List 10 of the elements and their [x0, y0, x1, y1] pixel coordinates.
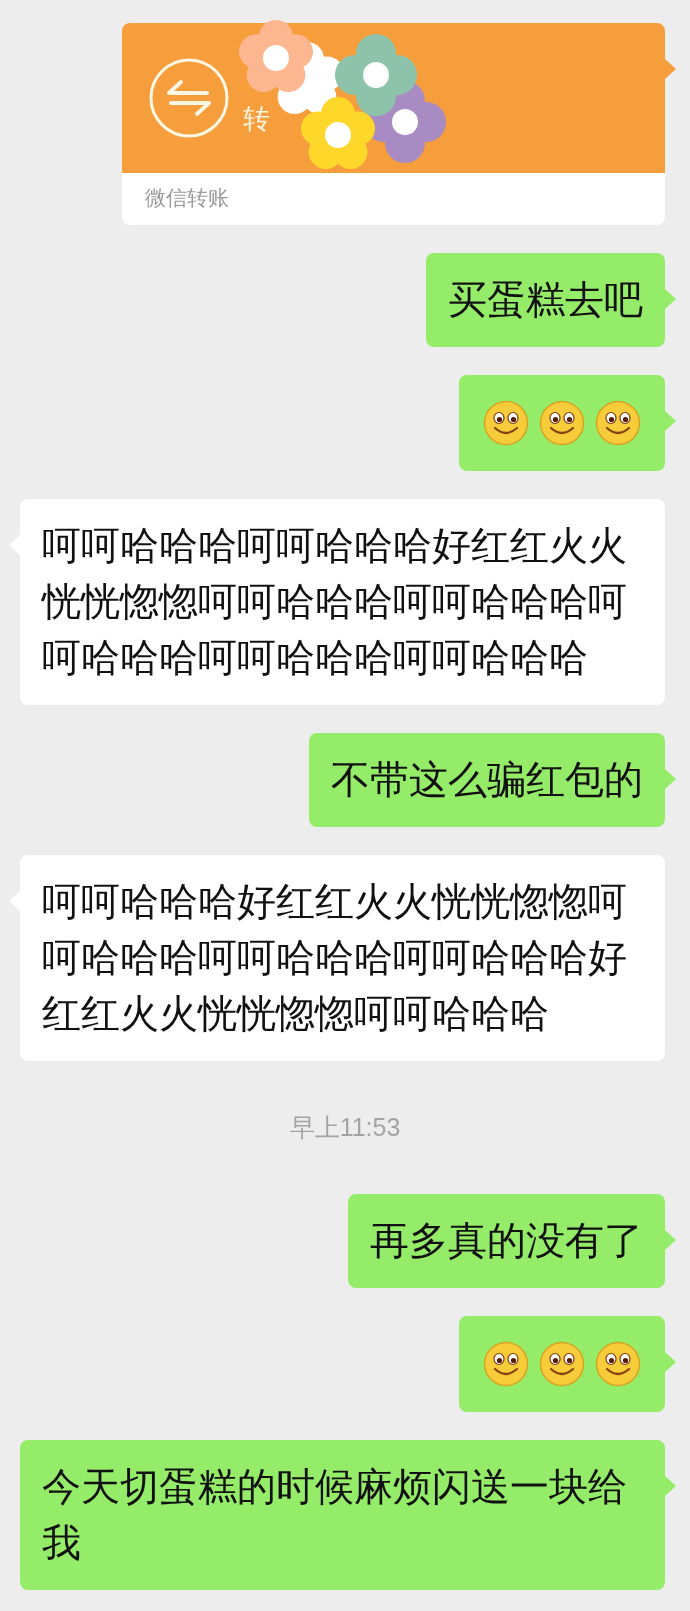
- message-bubble: 再多真的没有了: [348, 1194, 665, 1288]
- message-bubble: 今天切蛋糕的时候麻烦闪送一块给我: [20, 1440, 665, 1590]
- transfer-card[interactable]: 转 微信转账: [122, 23, 665, 225]
- transfer-title: 转: [243, 102, 270, 136]
- message-bubble: 呵呵哈哈哈呵呵哈哈哈好红红火火恍恍惚惚呵呵哈哈哈呵呵哈哈哈呵呵哈哈哈呵呵哈哈哈呵呵哈哈哈: [20, 499, 665, 705]
- transfer-label: 微信转账: [144, 185, 230, 212]
- message-bubble: 买蛋糕去吧: [426, 253, 665, 347]
- message-bubble: 不带这么骗红包的: [309, 733, 665, 827]
- timestamp: 早上11:53: [289, 1112, 401, 1143]
- message-bubble: 呵呵哈哈哈好红红火火恍恍惚惚呵呵哈哈哈呵呵哈哈哈呵呵哈哈哈好红红火火恍恍惚惚呵呵哈哈哈: [20, 855, 665, 1061]
